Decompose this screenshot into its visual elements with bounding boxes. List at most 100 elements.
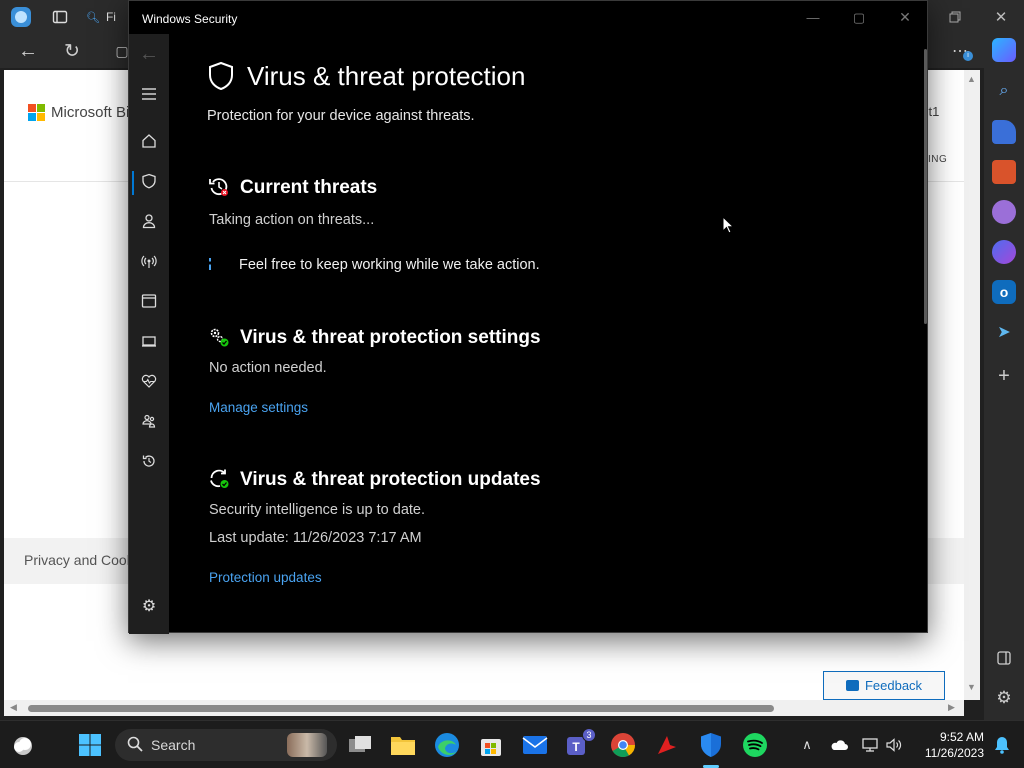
scroll-down-icon[interactable]: ▼ [967,682,976,692]
settings-gear-icon[interactable]: ⚙ [137,594,161,618]
edge-browser-icon[interactable] [433,731,461,759]
red-arrow-app-icon[interactable] [653,731,681,759]
gears-check-icon [208,326,230,348]
security-content: Virus & threat protection Protection for… [169,34,927,634]
home-icon[interactable] [137,129,161,153]
close-icon[interactable]: ✕ [989,5,1013,29]
file-explorer-icon[interactable] [389,731,417,759]
horizontal-scrollbar[interactable]: ◀ ▶ [4,700,964,716]
copilot-icon[interactable] [992,38,1016,62]
teams-badge: 3 [582,728,596,742]
scrollbar-thumb[interactable] [28,705,774,712]
last-update-text: Last update: 11/26/2023 7:17 AM [209,530,422,546]
vertical-scrollbar[interactable]: ▲ ▼ [964,70,980,700]
protection-updates-link[interactable]: Protection updates [209,570,322,585]
restore-icon[interactable] [943,5,967,29]
office-icon[interactable] [992,240,1016,264]
feedback-icon [845,680,859,691]
feedback-label: Feedback [864,678,923,693]
tab-label: Fi [105,10,116,24]
system-clock[interactable]: 9:52 AM 11/26/2023 [916,729,984,761]
scroll-up-icon[interactable]: ▲ [967,74,976,84]
taskbar: Search T 3 ∧ 9:52 AM 11/26/2023 [0,720,1024,768]
volume-icon[interactable] [880,731,908,759]
updates-title: Virus & threat protection updates [240,469,541,490]
shopping-tag-icon[interactable] [992,120,1016,144]
updates-status: Security intelligence is up to date. [209,502,426,518]
page-right-text2: ING [928,154,948,165]
page-shield-icon [207,61,235,91]
health-heart-icon[interactable] [137,369,161,393]
clock-date: 11/26/2023 [924,746,984,760]
family-icon[interactable] [137,409,161,433]
start-windows-icon[interactable] [76,731,104,759]
privacy-link[interactable]: Privacy and Cook [24,552,134,568]
progress-spinner-icon [209,258,211,270]
threat-scan-icon [208,176,230,198]
laptop-icon[interactable] [137,329,161,353]
nav-selected-indicator [132,171,134,195]
window-titlebar[interactable]: Windows Security — ▢ ✕ [129,1,927,34]
onedrive-cloud-icon[interactable] [825,731,853,759]
scroll-left-icon[interactable]: ◀ [10,702,17,713]
refresh-icon[interactable]: ↻ [60,39,84,63]
notification-bell-icon[interactable] [988,731,1016,759]
page-title: Virus & threat protection [247,61,526,91]
security-nav: ← ⚙ [129,34,169,634]
microsoft-squares-icon [28,104,45,121]
edge-sidebar: ⌕ o ➤ + ⚙ [984,34,1024,720]
feedback-button[interactable]: Feedback [823,671,945,700]
spotify-icon[interactable] [741,731,769,759]
mouse-cursor-icon [722,215,735,234]
settings-title: Virus & threat protection settings [240,327,541,348]
window-title: Windows Security [142,12,238,26]
settings-status: No action needed. [209,360,327,376]
close-button[interactable]: ✕ [882,1,928,34]
microsoft-store-icon[interactable] [477,731,505,759]
scroll-right-icon[interactable]: ▶ [948,702,955,713]
manage-settings-link[interactable]: Manage settings [209,400,308,415]
chevron-up-icon[interactable]: ∧ [793,731,821,759]
back-arrow-icon[interactable]: ← [137,42,161,66]
outlook-icon[interactable]: o [992,280,1016,304]
weather-icon[interactable] [9,731,37,759]
search-icon [127,736,143,755]
mail-icon[interactable] [521,731,549,759]
send-icon[interactable]: ➤ [992,320,1016,344]
history-icon[interactable] [137,449,161,473]
settings-gear-icon[interactable]: ⚙ [992,686,1016,710]
app-browser-icon[interactable] [137,289,161,313]
task-view-icon[interactable] [346,731,374,759]
chrome-icon[interactable] [609,731,637,759]
person-icon[interactable] [137,209,161,233]
taskbar-search[interactable]: Search [115,729,337,761]
edge-tab[interactable]: 🔍︎ Fi [86,4,126,30]
page-subtitle: Protection for your device against threa… [207,108,475,124]
current-threats-title: Current threats [240,177,378,198]
windows-security-window: Windows Security — ▢ ✕ ← ⚙ Virus & threa… [128,0,928,634]
maximize-button[interactable]: ▢ [836,1,882,34]
windows-security-taskbar-icon[interactable] [697,731,725,759]
content-scrollbar[interactable] [924,49,927,324]
tools-icon[interactable] [992,160,1016,184]
search-icon: 🔍︎ [86,11,100,24]
wireless-icon[interactable] [137,249,161,273]
hamburger-menu-icon[interactable] [137,82,161,106]
add-icon[interactable]: + [992,364,1016,388]
edge-profile-icon[interactable] [9,5,33,29]
tab-actions-icon[interactable] [48,5,72,29]
games-icon[interactable] [992,200,1016,224]
sidebar-toggle-icon[interactable] [992,646,1016,670]
refresh-check-icon [208,468,230,490]
current-threats-status: Taking action on threats... [209,212,375,228]
back-icon[interactable]: ← [16,39,40,63]
minimize-button[interactable]: — [790,1,836,34]
shield-icon[interactable] [137,169,161,193]
search-highlight-icon [287,733,327,757]
microsoft-logo[interactable]: Microsoft Bi [28,104,129,121]
clock-time: 9:52 AM [939,730,984,744]
svg-text:T: T [572,740,580,754]
teams-icon[interactable]: T 3 [565,728,596,759]
search-icon[interactable]: ⌕ [992,79,1016,103]
logo-text: Microsoft Bi [51,104,130,121]
